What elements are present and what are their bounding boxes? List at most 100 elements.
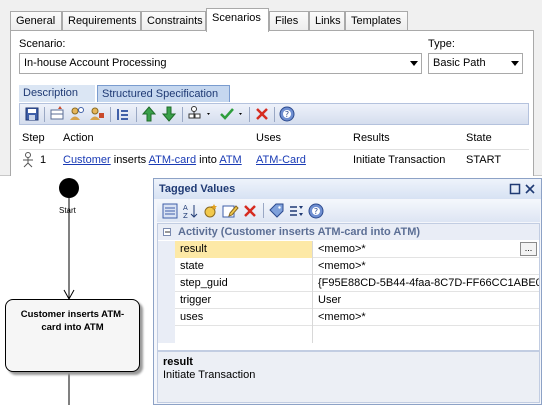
group-header[interactable]: Activity (Customer inserts ATM-card into… (158, 224, 539, 240)
atm-link[interactable]: ATM (219, 154, 241, 166)
description-text: Initiate Transaction (163, 369, 256, 381)
actor-icon (22, 152, 34, 168)
type-label: Type: (428, 38, 455, 50)
tab-files[interactable]: Files (269, 11, 309, 31)
edit-memo-button[interactable]: ... (520, 242, 537, 256)
specification-toolbar: ? (19, 103, 529, 125)
type-select[interactable]: Basic Path (428, 53, 523, 74)
activity-node[interactable]: Customer inserts ATM-card into ATM (5, 299, 140, 372)
actor-link[interactable]: Customer (63, 154, 111, 166)
help-icon[interactable]: ? (307, 202, 325, 220)
steps-grid-header: Step Action Uses Results State (19, 128, 529, 148)
tab-general[interactable]: General (10, 11, 62, 31)
filter-icon[interactable] (287, 202, 305, 220)
sort-alphabetical-icon[interactable]: AZ (181, 202, 199, 220)
generate-diagram-icon[interactable] (186, 105, 214, 123)
svg-text:?: ? (314, 207, 318, 216)
type-select-value: Basic Path (433, 57, 486, 69)
scenario-select-value: In-house Account Processing (24, 57, 167, 69)
tag-icon[interactable] (267, 202, 285, 220)
activity-label: Customer inserts ATM-card into ATM (20, 309, 125, 333)
action-text: into (196, 154, 220, 166)
scenario-label: Scenario: (19, 38, 66, 50)
tagged-values-title-bar[interactable]: Tagged Values (154, 179, 541, 199)
uses-link[interactable]: ATM-Card (256, 154, 306, 166)
toolbar-separator (110, 107, 111, 122)
col-results[interactable]: Results (353, 132, 390, 144)
col-step[interactable]: Step (22, 132, 45, 144)
move-down-icon[interactable] (160, 105, 178, 123)
svg-text:?: ? (285, 110, 289, 119)
chevron-down-icon (511, 61, 519, 66)
tag-row-state[interactable]: state <memo>* (158, 258, 539, 275)
categorized-view-icon[interactable] (161, 202, 179, 220)
maximize-icon[interactable] (509, 183, 521, 195)
tag-row-result[interactable]: result <memo>* ... (158, 241, 539, 258)
window-title: Tagged Values (159, 183, 236, 195)
group-label: Activity (Customer inserts ATM-card into… (178, 226, 421, 238)
start-label: Start (59, 206, 76, 215)
tag-value[interactable]: User (314, 292, 539, 309)
description-title: result (163, 356, 193, 368)
row-margin (158, 258, 175, 275)
tag-key: step_guid (175, 275, 313, 292)
subtab-structured-specification[interactable]: Structured Specification (97, 85, 230, 102)
scenario-subtabs: Description Structured Specification (19, 85, 529, 102)
tag-key: result (175, 241, 313, 258)
subtab-description[interactable]: Description (19, 85, 95, 102)
tag-description-panel: result Initiate Transaction (157, 351, 540, 403)
new-actor-icon[interactable] (68, 105, 86, 123)
check-icon[interactable] (218, 105, 246, 123)
tag-value[interactable]: <memo>* (314, 258, 539, 275)
svg-text:Z: Z (183, 212, 188, 220)
tab-requirements[interactable]: Requirements (62, 11, 141, 31)
tag-row-empty[interactable] (158, 326, 539, 343)
results-cell: Initiate Transaction (353, 154, 446, 166)
close-icon[interactable] (524, 183, 536, 195)
new-entity-icon[interactable] (88, 105, 106, 123)
tab-links[interactable]: Links (309, 11, 345, 31)
row-margin (158, 309, 175, 326)
delete-icon[interactable] (241, 202, 259, 220)
svg-text:A: A (183, 204, 188, 212)
row-margin (158, 241, 175, 258)
tag-key: uses (175, 309, 313, 326)
toolbar-separator (136, 107, 137, 122)
tag-row-uses[interactable]: uses <memo>* (158, 309, 539, 326)
tab-scenarios[interactable]: Scenarios (206, 8, 269, 32)
col-uses[interactable]: Uses (256, 132, 281, 144)
toolbar-separator (44, 107, 45, 122)
tag-key: state (175, 258, 313, 275)
toolbar-separator (263, 203, 264, 218)
col-state[interactable]: State (466, 132, 492, 144)
action-cell: Customer inserts ATM-card into ATM (63, 154, 242, 166)
tag-value[interactable]: {F95E88CD-5B44-4faa-8C7D-FF66CC1ABE0... (314, 275, 539, 292)
start-node[interactable] (59, 178, 79, 198)
col-action[interactable]: Action (63, 132, 94, 144)
tab-templates[interactable]: Templates (345, 11, 408, 31)
tab-constraints[interactable]: Constraints (141, 11, 206, 31)
tag-row-trigger[interactable]: trigger User (158, 292, 539, 309)
tag-key (175, 326, 313, 343)
insert-step-icon[interactable] (48, 105, 66, 123)
row-margin (158, 275, 175, 292)
chevron-down-icon (410, 61, 418, 66)
new-tag-icon[interactable] (201, 202, 219, 220)
row-margin (158, 292, 175, 309)
scenario-select[interactable]: In-house Account Processing (19, 53, 422, 74)
tag-row-step-guid[interactable]: step_guid {F95E88CD-5B44-4faa-8C7D-FF66C… (158, 275, 539, 292)
save-icon[interactable] (23, 105, 41, 123)
toolbar-separator (249, 107, 250, 122)
tag-value[interactable]: <memo>* (314, 309, 539, 326)
tag-value[interactable] (314, 326, 539, 343)
atm-card-link[interactable]: ATM-card (149, 154, 196, 166)
indent-icon[interactable] (114, 105, 132, 123)
delete-icon[interactable] (253, 105, 271, 123)
tag-value[interactable]: <memo>* (314, 241, 539, 258)
edit-tag-icon[interactable] (221, 202, 239, 220)
collapse-icon[interactable] (163, 228, 171, 236)
table-row[interactable]: 1 Customer inserts ATM-card into ATM ATM… (19, 149, 529, 171)
toolbar-separator (182, 107, 183, 122)
help-icon[interactable]: ? (278, 105, 296, 123)
move-up-icon[interactable] (140, 105, 158, 123)
